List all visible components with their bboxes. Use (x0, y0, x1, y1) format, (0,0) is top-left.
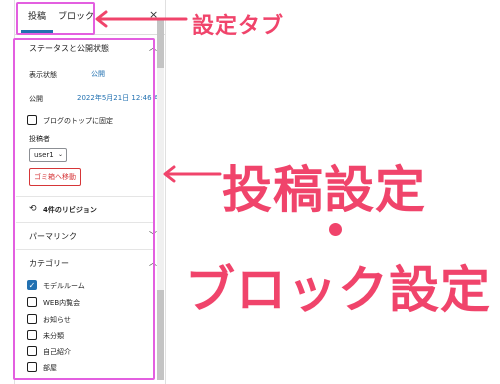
scrollbar-thumb[interactable] (157, 290, 164, 380)
tab-highlight-box (16, 2, 95, 35)
annotation-arrow-settings (163, 165, 222, 183)
annotation-block-settings: ブロック設定 (185, 261, 491, 319)
annotation-post-settings: 投稿設定 (222, 161, 426, 219)
annotation-tab-label: 設定タブ (192, 14, 285, 39)
settings-highlight-box (13, 38, 155, 380)
annotation-dot (329, 223, 342, 236)
annotation-arrow-tab (95, 10, 188, 28)
